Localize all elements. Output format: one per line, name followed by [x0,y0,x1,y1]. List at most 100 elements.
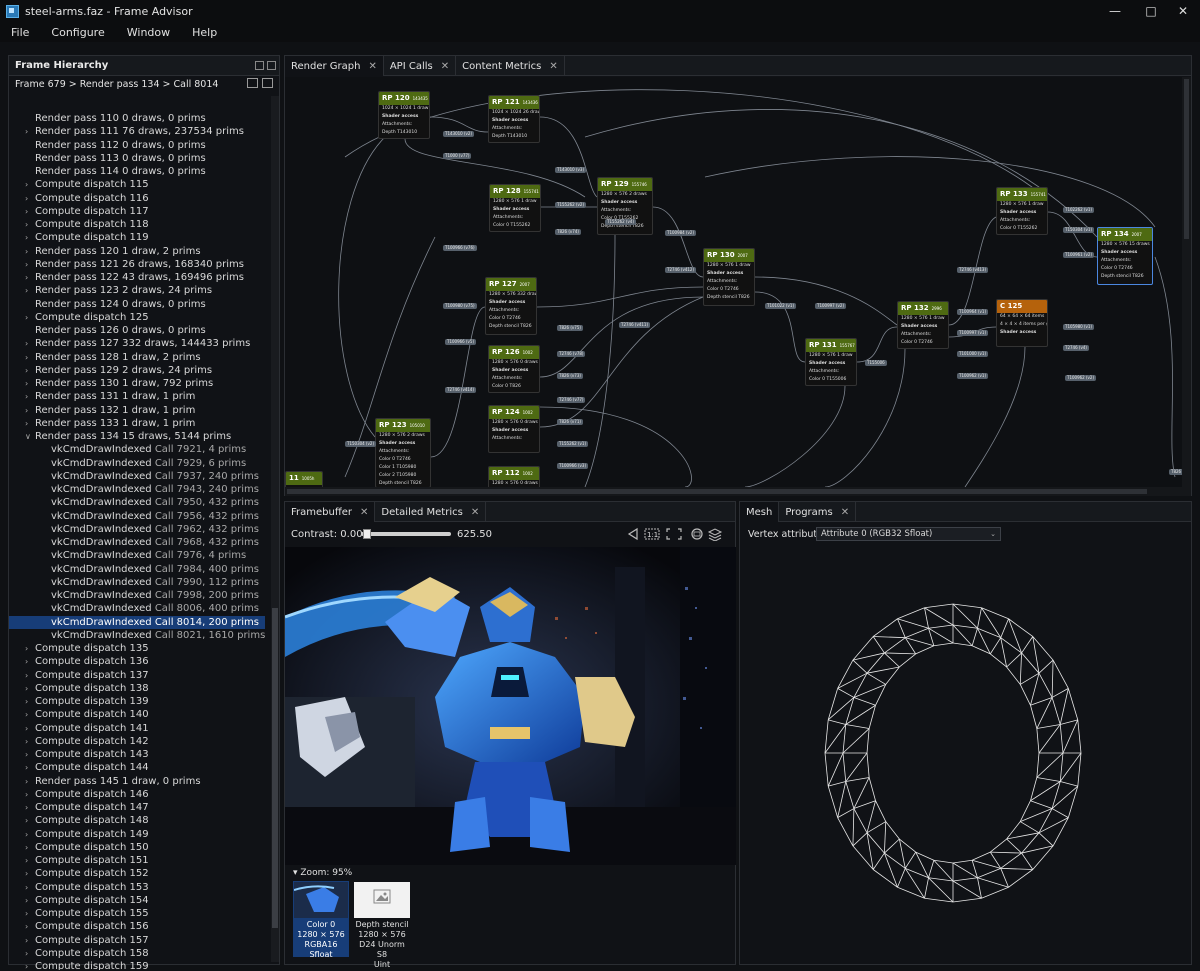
chevron-right-icon[interactable]: › [25,258,35,271]
tree-item[interactable]: › Compute dispatch 158 [9,947,265,960]
tree-item-call[interactable]: vkCmdDrawIndexed Call 7956, 432 prims [9,510,265,523]
graph-node-130[interactable]: RP 130 2007 1280 × 576 1 draw Shader access… [703,248,755,306]
tree-item-call[interactable]: vkCmdDrawIndexed Call 7962, 432 prims [9,523,265,536]
tree-item-call[interactable]: vkCmdDrawIndexed Call 7943, 240 prims [9,483,265,496]
graph-resource-label[interactable]: T100964 (v1) [957,309,989,315]
chevron-right-icon[interactable]: › [25,205,35,218]
tree-item[interactable]: › Compute dispatch 148 [9,814,265,827]
chevron-right-icon[interactable]: › [25,311,35,324]
minimize-button[interactable]: — [1098,0,1132,22]
tree-item[interactable]: › Compute dispatch 147 [9,801,265,814]
close-tab-icon[interactable]: ✕ [441,61,449,72]
chevron-right-icon[interactable]: › [25,351,35,364]
tab-programs[interactable]: Programs ✕ [779,502,857,522]
menu-window[interactable]: Window [116,26,181,39]
chevron-right-icon[interactable]: › [25,748,35,761]
contrast-slider[interactable] [361,529,451,539]
chevron-right-icon[interactable]: › [25,404,35,417]
expand-all-icon[interactable] [247,78,258,88]
channel-icon[interactable] [691,528,703,540]
chevron-right-icon[interactable]: › [25,231,35,244]
graph-node-126[interactable]: RP 126 1002 1280 × 576 0 draws Shader acces… [488,345,540,393]
tree-item[interactable]: ∨ Render pass 134 15 draws, 5144 prims [9,430,265,443]
zoom-indicator[interactable]: ▾ Zoom: 95% [293,868,352,878]
graph-resource-label[interactable]: T2746 (v77) [557,397,586,403]
tree-item[interactable]: › Render pass 131 1 draw, 1 prim [9,390,265,403]
tree-item-call[interactable]: vkCmdDrawIndexed Call 7990, 112 prims [9,576,265,589]
graph-node-132[interactable]: RP 132 2996 1280 × 576 1 draw Shader access… [897,301,949,349]
tree-item[interactable]: › Compute dispatch 157 [9,934,265,947]
tree-item-call[interactable]: vkCmdDrawIndexed Call 7998, 200 prims [9,589,265,602]
chevron-right-icon[interactable]: › [25,854,35,867]
graph-resource-label[interactable]: T143010 (v3) [555,167,587,173]
tree-item[interactable]: › Render pass 127 332 draws, 144433 prims [9,337,265,350]
chevron-right-icon[interactable]: › [25,178,35,191]
chevron-right-icon[interactable]: › [25,417,35,430]
tab-mesh[interactable]: Mesh [740,502,780,522]
tree-item[interactable]: › Compute dispatch 118 [9,218,265,231]
graph-resource-label[interactable]: T100962 (v2) [1065,375,1097,381]
close-tab-icon[interactable]: ✕ [368,61,376,72]
tab-api-calls[interactable]: API Calls ✕ [384,56,457,76]
tree-item-call[interactable]: vkCmdDrawIndexed Call 8014, 200 prims [9,615,265,629]
graph-resource-label[interactable]: T102262 (v1) [1063,207,1095,213]
chevron-right-icon[interactable]: › [25,841,35,854]
tree-item[interactable]: › Compute dispatch 116 [9,192,265,205]
tree-item[interactable]: › Render pass 132 1 draw, 1 prim [9,404,265,417]
tree-item-call[interactable]: vkCmdDrawIndexed Call 7968, 432 prims [9,536,265,549]
tree-item[interactable]: › Compute dispatch 151 [9,854,265,867]
graph-resource-label[interactable]: T155006 [865,360,887,366]
tree-item[interactable]: › Render pass 111 76 draws, 237534 prims [9,125,265,138]
graph-resource-label[interactable]: T100984 (v2) [665,230,697,236]
tree-item[interactable]: › Compute dispatch 139 [9,695,265,708]
chevron-right-icon[interactable]: › [25,337,35,350]
tree-item[interactable]: › Compute dispatch 137 [9,669,265,682]
graph-vscrollbar[interactable] [1182,77,1191,487]
contrast-slider-handle[interactable] [362,529,371,539]
tree-item-call[interactable]: vkCmdDrawIndexed Call 7950, 432 prims [9,496,265,509]
chevron-right-icon[interactable]: › [25,907,35,920]
graph-resource-label[interactable]: T100966 (v76) [443,245,477,251]
framebuffer-image[interactable] [285,547,736,865]
tree-item[interactable]: › Compute dispatch 136 [9,655,265,668]
chevron-right-icon[interactable]: › [25,364,35,377]
tree-item[interactable]: Render pass 113 0 draws, 0 prims [9,152,265,165]
graph-resource-label[interactable]: T101000 (v1) [957,351,989,357]
graph-node-121[interactable]: RP 121 143436 1024 × 1024 26 draws Shader a… [488,95,540,143]
tree-item[interactable]: Render pass 126 0 draws, 0 prims [9,324,265,337]
tree-item[interactable]: › Compute dispatch 143 [9,748,265,761]
graph-node-128[interactable]: RP 128 155741 1280 × 576 1 draw Shader acce… [489,184,541,232]
graph-node-127[interactable]: RP 127 2007 1280 × 576 332 draws Shader acc… [485,277,537,335]
close-tab-icon[interactable]: ✕ [841,507,849,518]
graph-resource-label[interactable]: T2746 (v412) [665,267,697,273]
chevron-right-icon[interactable]: › [25,642,35,655]
graph-resource-label[interactable]: T100966 (v3) [557,463,589,469]
tree-item-call[interactable]: vkCmdDrawIndexed Call 7937, 240 prims [9,470,265,483]
tree-item[interactable]: › Render pass 129 2 draws, 24 prims [9,364,265,377]
close-window-button[interactable]: ✕ [1166,0,1200,22]
menu-help[interactable]: Help [181,26,228,39]
chevron-right-icon[interactable]: › [25,894,35,907]
graph-resource-label[interactable]: T143010 (v2) [443,131,475,137]
graph-node-131[interactable]: RP 131 155767 1280 × 576 1 draw Shader acce… [805,338,857,386]
chevron-right-icon[interactable]: › [25,761,35,774]
tree-item[interactable]: › Compute dispatch 154 [9,894,265,907]
graph-resource-label[interactable]: T2746 (v78) [557,351,586,357]
graph-resource-label[interactable]: T1000 (v77) [443,153,472,159]
tree-item[interactable]: › Render pass 121 26 draws, 168340 prims [9,258,265,271]
tree-item[interactable]: › Render pass 123 2 draws, 24 prims [9,284,265,297]
chevron-right-icon[interactable]: › [25,708,35,721]
graph-node-123[interactable]: RP 123 105010 1280 × 576 2 draws Shader acc… [375,418,431,487]
graph-resource-label[interactable]: T100980 (v75) [443,303,477,309]
actual-size-icon[interactable]: 1:1 [644,528,660,540]
tree-item[interactable]: › Compute dispatch 142 [9,735,265,748]
chevron-right-icon[interactable]: › [25,655,35,668]
graph-resource-label[interactable]: T100961 (v2) [1063,252,1095,258]
layers-icon[interactable] [707,528,723,541]
tree-item[interactable]: › Compute dispatch 149 [9,828,265,841]
chevron-right-icon[interactable]: › [25,125,35,138]
graph-resource-label[interactable]: T105980 (v1) [1063,324,1095,330]
graph-resource-label[interactable]: T2746 (v413) [957,267,989,273]
tab-content-metrics[interactable]: Content Metrics ✕ [456,56,565,76]
graph-node-133[interactable]: RP 133 155741 1280 × 576 1 draw Shader acce… [996,187,1048,235]
